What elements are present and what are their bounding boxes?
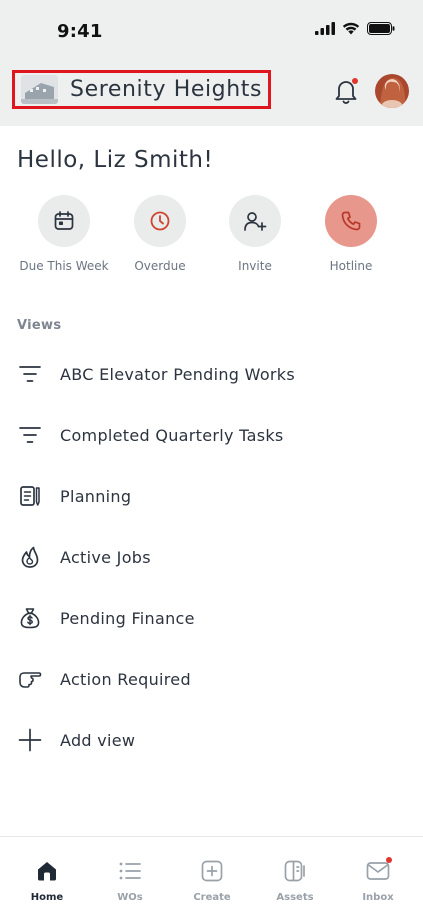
view-item-pending-finance[interactable]: Pending Finance [17,600,407,636]
views-section-title: Views [17,318,62,333]
tab-inbox[interactable]: Inbox [343,857,413,903]
tab-assets[interactable]: Assets [260,857,330,903]
quick-action-overdue[interactable]: Overdue [115,195,205,273]
create-icon [198,857,226,885]
property-name: Serenity Heights [70,77,263,102]
tab-label: WOs [117,892,143,903]
greeting: Hello, Liz Smith! [17,147,214,173]
property-thumbnail [21,75,58,104]
tab-label: Create [193,892,231,903]
add-user-icon [244,212,267,231]
battery-icon [367,22,395,35]
filter-icon [17,422,43,448]
view-item-label: Action Required [60,669,191,689]
view-item-label: Planning [60,486,132,506]
view-item-label: Pending Finance [60,608,195,628]
quick-action-label: Overdue [134,259,186,273]
quick-action-label: Hotline [329,259,373,273]
view-item-abc-elevator-pending-works[interactable]: ABC Elevator Pending Works [17,356,407,392]
tab-wos[interactable]: WOs [95,857,165,903]
avatar[interactable] [375,74,409,108]
cellular-signal-icon [315,22,335,35]
plus-icon [17,727,43,753]
assets-icon [281,857,309,885]
header-area: 9:41 Serenity Heights [0,0,423,126]
add-view-button[interactable]: Add view [17,722,407,758]
clock-icon [150,211,170,231]
view-item-label: ABC Elevator Pending Works [60,364,295,384]
view-item-completed-quarterly-tasks[interactable]: Completed Quarterly Tasks [17,417,407,453]
view-item-action-required[interactable]: Action Required [17,661,407,697]
view-item-active-jobs[interactable]: Active Jobs [17,539,407,575]
tab-home[interactable]: Home [12,857,82,903]
view-item-label: Active Jobs [60,547,151,567]
pointing-hand-icon [17,666,43,692]
status-icons [315,22,395,35]
calendar-icon [54,211,74,230]
tab-label: Inbox [362,892,394,903]
view-item-label: Add view [60,730,136,750]
status-time: 9:41 [57,21,103,42]
quick-action-label: Due This Week [19,259,109,273]
filter-icon [17,361,43,387]
inbox-icon [364,857,392,885]
money-bag-icon [17,605,43,631]
quick-action-due-this-week[interactable]: Due This Week [19,195,109,273]
phone-icon [341,211,361,231]
inbox-badge [386,857,392,863]
home-icon [33,857,61,885]
tab-label: Home [30,892,64,903]
quick-action-invite[interactable]: Invite [210,195,300,273]
property-switcher[interactable]: Serenity Heights [12,70,271,109]
tab-create[interactable]: Create [177,857,247,903]
bottom-tab-bar: Home WOs Create Assets Inbox [0,836,423,921]
flame-icon [17,544,43,570]
notebook-icon [17,483,43,509]
view-item-planning[interactable]: Planning [17,478,407,514]
quick-action-hotline[interactable]: Hotline [306,195,396,273]
tab-label: Assets [276,892,314,903]
quick-action-label: Invite [238,259,272,273]
list-icon [116,857,144,885]
wifi-icon [342,22,360,35]
view-item-label: Completed Quarterly Tasks [60,425,284,445]
notification-badge [352,78,358,84]
